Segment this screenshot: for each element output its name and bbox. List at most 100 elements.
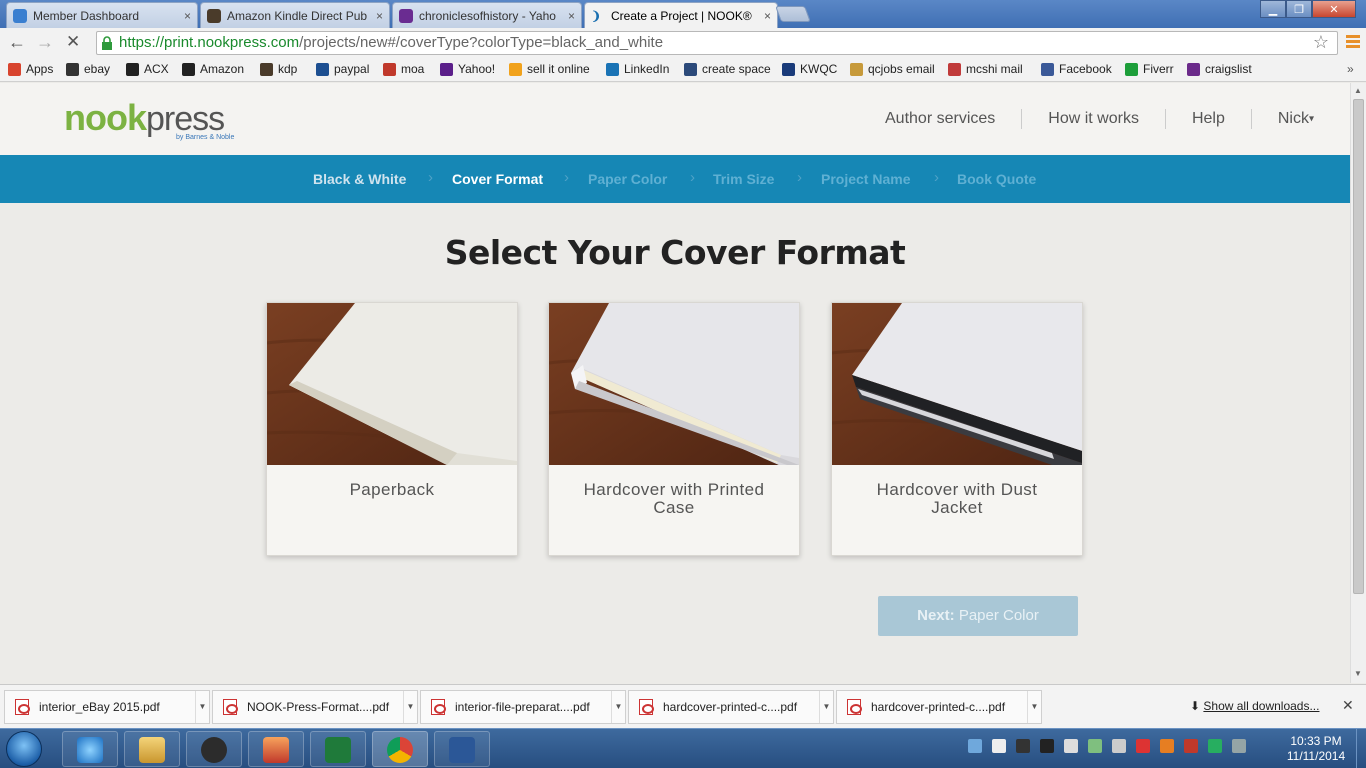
tab-amazon-kdp[interactable]: Amazon Kindle Direct Pub × — [200, 2, 390, 28]
show-all-downloads-link[interactable]: ⬇ Show all downloads... — [1190, 699, 1319, 713]
tray-icon[interactable] — [1160, 739, 1174, 753]
cover-option-hardcover-dust-jacket[interactable]: Hardcover with Dust Jacket — [831, 302, 1083, 556]
tray-icon[interactable] — [1208, 739, 1222, 753]
scroll-up-icon[interactable]: ▲ — [1354, 86, 1362, 95]
bookmark-amazon[interactable]: Amazon — [182, 62, 244, 76]
bookmark-paypal[interactable]: paypal — [316, 62, 369, 76]
download-menu-arrow-icon[interactable]: ▼ — [1027, 691, 1041, 723]
tray-icon[interactable] — [1016, 739, 1030, 753]
bookmark-star-icon[interactable]: ☆ — [1313, 31, 1329, 53]
download-item[interactable]: interior_eBay 2015.pdf ▼ — [4, 690, 210, 724]
tab-member-dashboard[interactable]: Member Dashboard × — [6, 2, 198, 28]
bookmark-sell-it-online[interactable]: sell it online — [509, 62, 590, 76]
stop-icon[interactable]: ✕ — [66, 32, 80, 52]
nookpress-logo[interactable]: nookpress by Barnes & Noble — [64, 97, 234, 141]
next-paper-color-button[interactable]: Next: Paper Color — [878, 596, 1078, 636]
tray-icon[interactable] — [1088, 739, 1102, 753]
bookmark-kwqc[interactable]: KWQC — [782, 62, 837, 76]
bookmark-craigslist[interactable]: craigslist — [1187, 62, 1252, 76]
close-tab-icon[interactable]: × — [764, 9, 771, 23]
bookmark-fiverr[interactable]: Fiverr — [1125, 62, 1174, 76]
tray-icon[interactable] — [1136, 739, 1150, 753]
back-icon[interactable]: ← — [8, 32, 26, 53]
bookmark-apps[interactable]: Apps — [8, 62, 53, 76]
kdp-icon — [260, 62, 273, 76]
volume-icon[interactable] — [1112, 739, 1126, 753]
bookmark-acx[interactable]: ACX — [126, 62, 169, 76]
linkedin-icon — [606, 62, 619, 76]
pdf-file-icon — [847, 699, 862, 715]
action-center-icon[interactable] — [1232, 739, 1246, 753]
nav-author-services[interactable]: Author services — [885, 110, 995, 128]
download-item[interactable]: interior-file-preparat....pdf ▼ — [420, 690, 626, 724]
hardcover-dust-jacket-photo — [832, 303, 1082, 465]
chevron-right-icon: › — [934, 169, 939, 186]
taskbar-chrome[interactable] — [372, 731, 428, 767]
download-menu-arrow-icon[interactable]: ▼ — [819, 691, 833, 723]
logo-nook-text: nook — [64, 97, 147, 138]
bookmark-label: KWQC — [800, 62, 838, 76]
taskbar-clock[interactable]: 10:33 PM 11/11/2014 — [1286, 734, 1346, 764]
taskbar-internet-explorer[interactable] — [62, 731, 118, 767]
chrome-icon — [387, 737, 413, 763]
download-arrow-icon: ⬇ — [1190, 699, 1201, 713]
cover-option-paperback[interactable]: Paperback — [266, 302, 518, 556]
nav-help[interactable]: Help — [1192, 110, 1225, 128]
nav-how-it-works[interactable]: How it works — [1048, 110, 1139, 128]
tray-icon[interactable] — [1184, 739, 1198, 753]
tab-create-project[interactable]: ❩ Create a Project | NOOK® × — [584, 2, 778, 28]
bookmarks-overflow-icon[interactable]: » — [1347, 62, 1354, 76]
nav-divider — [1164, 109, 1166, 129]
taskbar-excel[interactable] — [310, 731, 366, 767]
maximize-icon[interactable]: ❐ — [1286, 0, 1312, 18]
cover-option-hardcover-printed-case[interactable]: Hardcover with Printed Case — [548, 302, 800, 556]
taskbar-word[interactable] — [434, 731, 490, 767]
card-label: Hardcover with Dust Jacket — [876, 480, 1038, 517]
taskbar-app[interactable] — [248, 731, 304, 767]
close-shelf-icon[interactable]: ✕ — [1342, 697, 1354, 714]
bookmark-moa[interactable]: moa — [383, 62, 424, 76]
tab-yahoo-mail[interactable]: chroniclesofhistory - Yaho × — [392, 2, 582, 28]
excel-icon — [325, 737, 351, 763]
close-tab-icon[interactable]: × — [184, 9, 191, 23]
battery-icon[interactable] — [992, 739, 1006, 753]
bookmark-yahoo[interactable]: Yahoo! — [440, 62, 495, 76]
close-window-icon[interactable]: ✕ — [1312, 0, 1356, 18]
user-menu[interactable]: Nick▾ — [1278, 110, 1314, 128]
address-bar[interactable]: https://print.nookpress.com/projects/new… — [96, 31, 1338, 55]
taskbar-hp[interactable] — [186, 731, 242, 767]
top-navigation: Author services How it works Help Nick▾ — [885, 109, 1314, 129]
download-menu-arrow-icon[interactable]: ▼ — [611, 691, 625, 723]
taskbar-file-explorer[interactable] — [124, 731, 180, 767]
close-tab-icon[interactable]: × — [376, 9, 383, 23]
start-button[interactable] — [6, 731, 42, 767]
download-menu-arrow-icon[interactable]: ▼ — [403, 691, 417, 723]
page-scrollbar[interactable]: ▲ ▼ — [1350, 83, 1366, 683]
show-desktop-button[interactable] — [1356, 729, 1366, 768]
forward-icon[interactable]: → — [36, 32, 54, 53]
bookmark-facebook[interactable]: Facebook — [1041, 62, 1112, 76]
scrollbar-thumb[interactable] — [1353, 99, 1364, 594]
hardcover-printed-photo — [549, 303, 799, 465]
chrome-menu-icon[interactable] — [1346, 35, 1360, 50]
scroll-down-icon[interactable]: ▼ — [1354, 669, 1362, 678]
minimize-icon[interactable]: ▁ — [1260, 0, 1286, 18]
bookmark-kdp[interactable]: kdp — [260, 62, 297, 76]
download-item[interactable]: hardcover-printed-c....pdf ▼ — [836, 690, 1042, 724]
tray-icon[interactable] — [968, 739, 982, 753]
download-item[interactable]: NOOK-Press-Format....pdf ▼ — [212, 690, 418, 724]
bookmark-linkedin[interactable]: LinkedIn — [606, 62, 669, 76]
tray-icon[interactable] — [1040, 739, 1054, 753]
close-tab-icon[interactable]: × — [568, 9, 575, 23]
download-item[interactable]: hardcover-printed-c....pdf ▼ — [628, 690, 834, 724]
bookmark-create-space[interactable]: create space — [684, 62, 771, 76]
network-signal-icon[interactable] — [1064, 739, 1078, 753]
new-tab-button[interactable] — [775, 6, 811, 22]
bookmark-ebay[interactable]: ebay — [66, 62, 110, 76]
download-menu-arrow-icon[interactable]: ▼ — [195, 691, 209, 723]
bookmark-qcjobs-email[interactable]: qcjobs email — [850, 62, 935, 76]
step-black-white[interactable]: Black & White — [313, 171, 406, 187]
bookmark-mcshi-mail[interactable]: mcshi mail — [948, 62, 1023, 76]
window-controls: ▁ ❐ ✕ — [1260, 0, 1356, 18]
browser-tab-strip: Member Dashboard × Amazon Kindle Direct … — [0, 0, 1366, 28]
